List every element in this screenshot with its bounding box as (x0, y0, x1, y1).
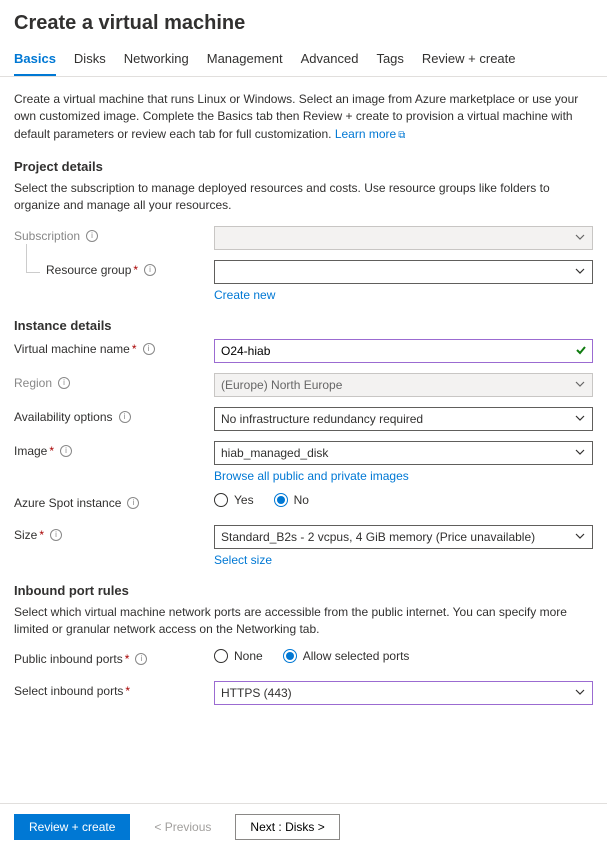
info-icon[interactable]: i (144, 264, 156, 276)
info-icon[interactable]: i (135, 653, 147, 665)
info-icon[interactable]: i (60, 445, 72, 457)
spot-yes-label: Yes (234, 493, 254, 507)
learn-more-link[interactable]: Learn more⧉ (335, 127, 406, 141)
chevron-down-icon (574, 231, 586, 246)
tab-review-create[interactable]: Review + create (422, 51, 516, 76)
info-icon[interactable]: i (50, 529, 62, 541)
footer: Review + create < Previous Next : Disks … (0, 803, 607, 850)
inbound-none-label: None (234, 649, 263, 663)
external-link-icon: ⧉ (396, 130, 405, 141)
tabs: Basics Disks Networking Management Advan… (0, 43, 607, 77)
resource-group-select[interactable] (214, 260, 593, 284)
chevron-down-icon (574, 530, 586, 545)
public-inbound-ports-label: Public inbound ports* i (14, 649, 214, 666)
review-create-button[interactable]: Review + create (14, 814, 130, 840)
subscription-label: Subscription i (14, 226, 214, 243)
tab-networking[interactable]: Networking (124, 51, 189, 76)
inbound-none-radio[interactable] (214, 649, 228, 663)
info-icon[interactable]: i (143, 343, 155, 355)
spot-instance-label: Azure Spot instance i (14, 493, 214, 510)
info-icon[interactable]: i (119, 411, 131, 423)
next-button[interactable]: Next : Disks > (235, 814, 339, 840)
tab-disks[interactable]: Disks (74, 51, 106, 76)
tab-tags[interactable]: Tags (376, 51, 403, 76)
vm-name-label: Virtual machine name* i (14, 339, 214, 356)
chevron-down-icon (574, 446, 586, 461)
spot-yes-radio[interactable] (214, 493, 228, 507)
instance-details-heading: Instance details (14, 318, 593, 333)
intro-text: Create a virtual machine that runs Linux… (14, 91, 593, 143)
select-size-link[interactable]: Select size (214, 553, 272, 567)
spot-no-label: No (294, 493, 309, 507)
project-details-desc: Select the subscription to manage deploy… (14, 180, 593, 214)
select-inbound-ports-label: Select inbound ports* (14, 681, 214, 698)
info-icon[interactable]: i (127, 497, 139, 509)
chevron-down-icon (574, 412, 586, 427)
inbound-port-rules-heading: Inbound port rules (14, 583, 593, 598)
page-title: Create a virtual machine (0, 0, 607, 43)
availability-options-select[interactable]: No infrastructure redundancy required (214, 407, 593, 431)
previous-button: < Previous (140, 814, 225, 840)
chevron-down-icon (574, 265, 586, 280)
tab-advanced[interactable]: Advanced (301, 51, 359, 76)
resource-group-label: Resource group* i (14, 260, 214, 277)
chevron-down-icon (574, 686, 586, 701)
create-new-link[interactable]: Create new (214, 288, 275, 302)
size-select[interactable]: Standard_B2s - 2 vcpus, 4 GiB memory (Pr… (214, 525, 593, 549)
select-inbound-ports-select[interactable]: HTTPS (443) (214, 681, 593, 705)
image-label: Image* i (14, 441, 214, 458)
spot-no-radio[interactable] (274, 493, 288, 507)
info-icon[interactable]: i (86, 230, 98, 242)
subscription-select[interactable] (214, 226, 593, 250)
chevron-down-icon (574, 378, 586, 393)
inbound-allow-radio[interactable] (283, 649, 297, 663)
browse-images-link[interactable]: Browse all public and private images (214, 469, 409, 483)
check-icon (575, 344, 587, 359)
project-details-heading: Project details (14, 159, 593, 174)
region-select[interactable]: (Europe) North Europe (214, 373, 593, 397)
size-label: Size* i (14, 525, 214, 542)
region-label: Region i (14, 373, 214, 390)
info-icon[interactable]: i (58, 377, 70, 389)
image-select[interactable]: hiab_managed_disk (214, 441, 593, 465)
availability-options-label: Availability options i (14, 407, 214, 424)
tab-management[interactable]: Management (207, 51, 283, 76)
tab-basics[interactable]: Basics (14, 51, 56, 76)
inbound-allow-label: Allow selected ports (303, 649, 410, 663)
vm-name-input[interactable] (214, 339, 593, 363)
inbound-port-rules-desc: Select which virtual machine network por… (14, 604, 593, 638)
